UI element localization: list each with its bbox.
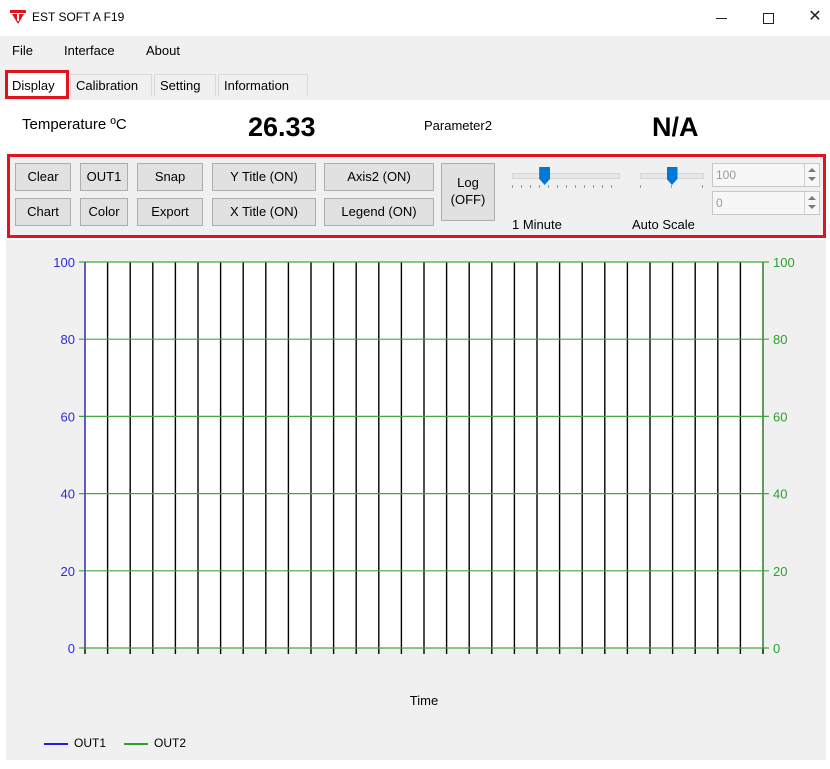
log-label: Log	[457, 175, 479, 190]
menu-file[interactable]: File	[12, 43, 33, 58]
right-y-tick-label: 60	[773, 409, 787, 424]
log-button[interactable]: Log (OFF)	[441, 163, 495, 221]
min-value-spinbox[interactable]: 0	[712, 191, 820, 215]
time-range-slider[interactable]	[504, 159, 628, 193]
right-y-tick-label: 40	[773, 487, 787, 502]
legend-swatch-out1	[44, 742, 68, 745]
menu-bar: File Interface About	[0, 36, 830, 66]
scale-slider-ticks	[640, 185, 704, 188]
right-y-tick-label: 80	[773, 332, 787, 347]
menu-about[interactable]: About	[146, 43, 180, 58]
color-button[interactable]: Color	[80, 198, 128, 226]
max-spin-arrows[interactable]	[804, 164, 819, 186]
time-slider-ticks	[512, 185, 620, 188]
close-button[interactable]: ✕	[800, 4, 830, 30]
legend-label-out2: OUT2	[154, 736, 187, 750]
left-y-tick-label: 80	[61, 332, 75, 347]
minimize-button[interactable]	[706, 4, 736, 30]
spin-up-icon	[808, 196, 816, 200]
min-value: 0	[716, 196, 723, 210]
legend-swatch-out2	[124, 742, 148, 745]
legend-label-out1: OUT1	[74, 736, 107, 750]
legend-item-out1: OUT1	[44, 736, 106, 750]
axis2-button[interactable]: Axis2 (ON)	[324, 163, 434, 191]
maximize-button[interactable]	[753, 4, 783, 30]
legend-item-out2: OUT2	[124, 736, 186, 750]
tab-information[interactable]: Information	[218, 74, 308, 96]
export-button[interactable]: Export	[137, 198, 203, 226]
tab-calibration[interactable]: Calibration	[70, 74, 152, 96]
clear-button[interactable]: Clear	[15, 163, 71, 191]
title-bar: EST SOFT A F19 ✕	[0, 0, 830, 36]
left-y-tick-label: 100	[53, 255, 75, 270]
chart-toolbar: Clear OUT1 Snap Y Title (ON) Axis2 (ON) …	[7, 154, 826, 238]
left-y-tick-label: 60	[61, 409, 75, 424]
spin-down-icon	[808, 177, 816, 181]
x-title-button[interactable]: X Title (ON)	[212, 198, 316, 226]
chart-area: 0 0 20 20 40 40 60 60 80 80 100 100 Time OUT1 OUT2	[6, 240, 826, 760]
time-slider-thumb[interactable]	[539, 167, 551, 185]
scale-slider[interactable]	[632, 159, 712, 193]
spin-down-icon	[808, 205, 816, 209]
temperature-value: 26.33	[248, 112, 316, 142]
out1-button[interactable]: OUT1	[80, 163, 128, 191]
auto-scale-label: Auto Scale	[632, 217, 695, 232]
y-title-button[interactable]: Y Title (ON)	[212, 163, 316, 191]
log-state: (OFF)	[450, 192, 486, 207]
spin-up-icon	[808, 168, 816, 172]
minimize-icon	[715, 17, 727, 19]
window-title: EST SOFT A F19	[32, 10, 125, 24]
tab-display[interactable]: Display	[5, 70, 69, 99]
snap-button[interactable]: Snap	[137, 163, 203, 191]
x-axis-title: Time	[410, 693, 438, 708]
max-value: 100	[716, 168, 737, 182]
temperature-label: Temperature ºC	[22, 116, 127, 133]
app-logo-icon	[10, 10, 26, 24]
tab-bar: Display Calibration Setting Information	[0, 66, 830, 100]
chart-button[interactable]: Chart	[15, 198, 71, 226]
left-y-tick-label: 40	[61, 487, 75, 502]
right-y-tick-label: 100	[773, 255, 795, 270]
scale-slider-thumb[interactable]	[666, 167, 678, 185]
tab-setting[interactable]: Setting	[154, 74, 216, 96]
left-y-tick-label: 0	[68, 641, 75, 656]
time-slider-track	[512, 173, 620, 179]
menu-interface[interactable]: Interface	[64, 43, 115, 58]
max-value-spinbox[interactable]: 100	[712, 163, 820, 187]
right-y-tick-label: 0	[773, 641, 780, 656]
parameter-label: Parameter2	[424, 118, 492, 133]
right-y-tick-label: 20	[773, 564, 787, 579]
left-y-tick-label: 20	[61, 564, 75, 579]
maximize-icon	[762, 12, 774, 24]
legend-button[interactable]: Legend (ON)	[324, 198, 434, 226]
trend-chart: 0 0 20 20 40 40 60 60 80 80 100 100 Time	[53, 255, 795, 708]
close-icon: ✕	[808, 8, 822, 25]
parameter-value: N/A	[652, 112, 699, 142]
time-range-label: 1 Minute	[512, 217, 562, 232]
min-spin-arrows[interactable]	[804, 192, 819, 214]
